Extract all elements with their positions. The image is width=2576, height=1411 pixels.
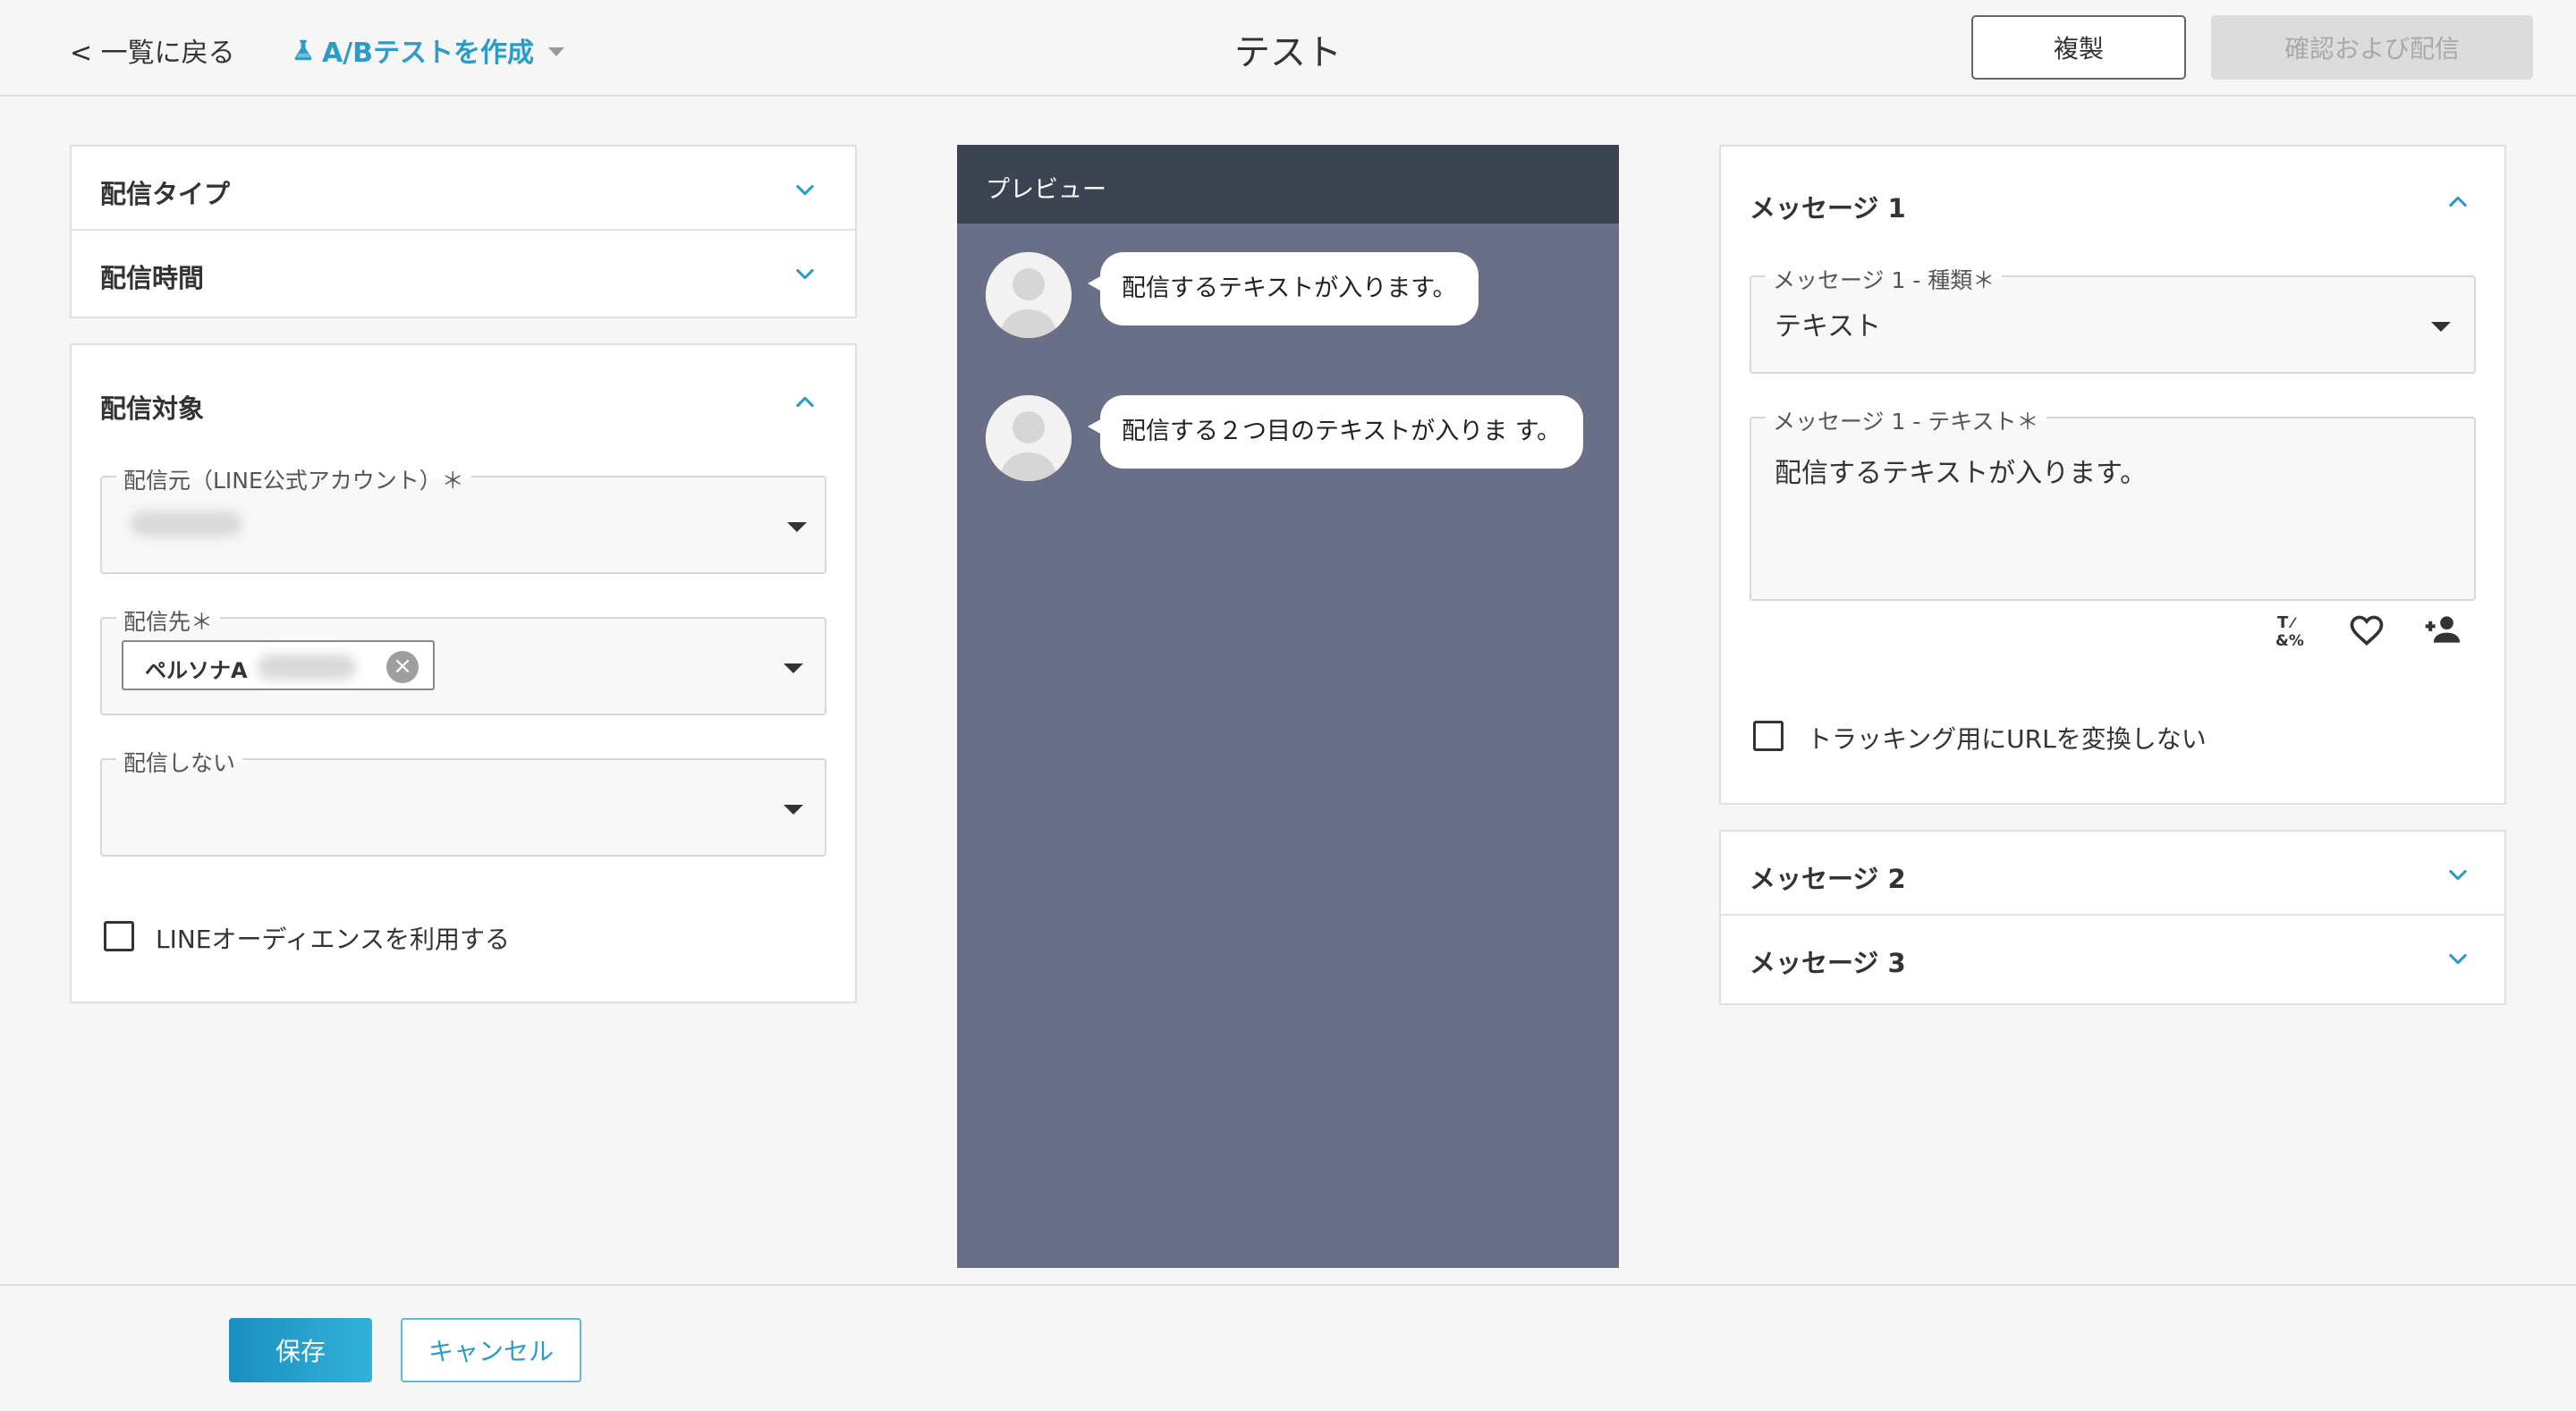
messages-collapsed-panel: メッセージ 2 メッセージ 3 (1719, 830, 2506, 1005)
field-label: メッセージ 1 - テキスト＊ (1766, 404, 2046, 436)
accordion-delivery-type[interactable]: 配信タイプ (72, 147, 855, 231)
dropdown-caret-icon (784, 805, 803, 815)
svg-text:⁄: ⁄ (2288, 614, 2297, 631)
message-1-panel: メッセージ 1 メッセージ 1 - 種類＊ テキスト メッセージ 1 - テキス… (1719, 145, 2506, 805)
field-label: 配信先＊ (116, 604, 221, 637)
accordion-title: 配信対象 (100, 393, 205, 424)
field-label: メッセージ 1 - 種類＊ (1766, 263, 2003, 295)
dropdown-caret-icon (787, 522, 807, 532)
special-character-icon[interactable]: T ⁄ &% (2274, 610, 2313, 649)
add-person-icon[interactable] (2422, 610, 2462, 649)
chevron-up-icon[interactable] (792, 390, 818, 415)
accordion-title: 配信時間 (100, 263, 205, 293)
svg-text:T: T (2277, 613, 2289, 632)
cancel-button[interactable]: キャンセル (401, 1318, 581, 1382)
accordion-title: メッセージ 1 (1750, 193, 1906, 224)
preview-message-bubble: 配信する２つ目のテキストが入りま す。 (1088, 395, 1583, 469)
chevron-down-icon (548, 47, 565, 56)
field-label: 配信元（LINE公式アカウント）＊ (116, 463, 471, 495)
chevron-down-icon[interactable] (792, 177, 818, 202)
top-bar: < 一覧に戻る A/Bテストを作成 テスト 複製 確認および配信 (0, 0, 2576, 97)
clear-icon[interactable]: × (386, 651, 419, 683)
dropdown-caret-icon (2431, 322, 2451, 332)
avatar-icon (986, 252, 1072, 338)
accordion-title: 配信タイプ (100, 179, 231, 209)
accordion-title: メッセージ 3 (1750, 948, 1906, 978)
chevron-down-icon[interactable] (2445, 862, 2470, 887)
create-ab-test-link[interactable]: A/Bテストを作成 (290, 30, 565, 70)
accordion-message-3[interactable]: メッセージ 3 (1721, 916, 2504, 1000)
source-account-select[interactable]: 配信元（LINE公式アカウント）＊ (100, 463, 826, 574)
footer-bar: 保存 キャンセル (0, 1284, 2576, 1411)
preview-title: プレビュー (957, 145, 1619, 224)
heart-icon[interactable] (2347, 610, 2386, 649)
confirm-and-send-button[interactable]: 確認および配信 (2211, 15, 2533, 80)
message-text-area[interactable]: メッセージ 1 - テキスト＊ 配信するテキストが入ります。 (1750, 404, 2476, 601)
message-type-value: テキスト (1775, 311, 1882, 342)
accordion-title: メッセージ 2 (1750, 864, 1906, 894)
save-button[interactable]: 保存 (229, 1318, 372, 1382)
field-label: 配信しない (116, 746, 243, 778)
flask-icon (294, 39, 312, 61)
delivery-target-panel: 配信対象 配信元（LINE公式アカウント）＊ 配信先＊ ペルソナA × 配信しな… (70, 343, 857, 1003)
selected-chip: ペルソナA × (122, 640, 435, 690)
delivery-settings-panel: 配信タイプ 配信時間 (70, 145, 857, 318)
chevron-down-icon[interactable] (2445, 946, 2470, 971)
duplicate-button[interactable]: 複製 (1971, 15, 2186, 80)
dropdown-caret-icon (784, 663, 803, 673)
chip-label: ペルソナA (145, 658, 248, 683)
avatar-icon (986, 395, 1072, 481)
blurred-chip-text (258, 655, 356, 680)
line-audience-label: LINEオーディエンスを利用する (156, 925, 510, 954)
line-audience-checkbox[interactable] (104, 921, 134, 951)
destination-select[interactable]: 配信先＊ ペルソナA × (100, 604, 826, 715)
preview-message-bubble: 配信するテキストが入ります。 (1088, 252, 1479, 325)
chevron-down-icon[interactable] (792, 261, 818, 286)
back-to-list-link[interactable]: < 一覧に戻る (70, 30, 235, 70)
tracking-url-checkbox[interactable] (1753, 721, 1784, 751)
accordion-delivery-time[interactable]: 配信時間 (72, 231, 855, 315)
svg-text:&%: &% (2275, 632, 2304, 649)
accordion-message-2[interactable]: メッセージ 2 (1721, 832, 2504, 916)
create-ab-test-label: A/Bテストを作成 (322, 38, 535, 69)
blurred-account-name (131, 511, 242, 537)
chevron-up-icon[interactable] (2445, 190, 2470, 215)
message-preview: プレビュー 配信するテキストが入ります。 配信する２つ目のテキストが入りま す。 (957, 145, 1619, 1268)
message-type-select[interactable]: メッセージ 1 - 種類＊ テキスト (1750, 263, 2476, 374)
exclude-select[interactable]: 配信しない (100, 746, 826, 857)
tracking-url-label: トラッキング用にURLを変換しない (1807, 724, 2207, 754)
message-text-value: 配信するテキストが入ります。 (1775, 458, 2148, 489)
